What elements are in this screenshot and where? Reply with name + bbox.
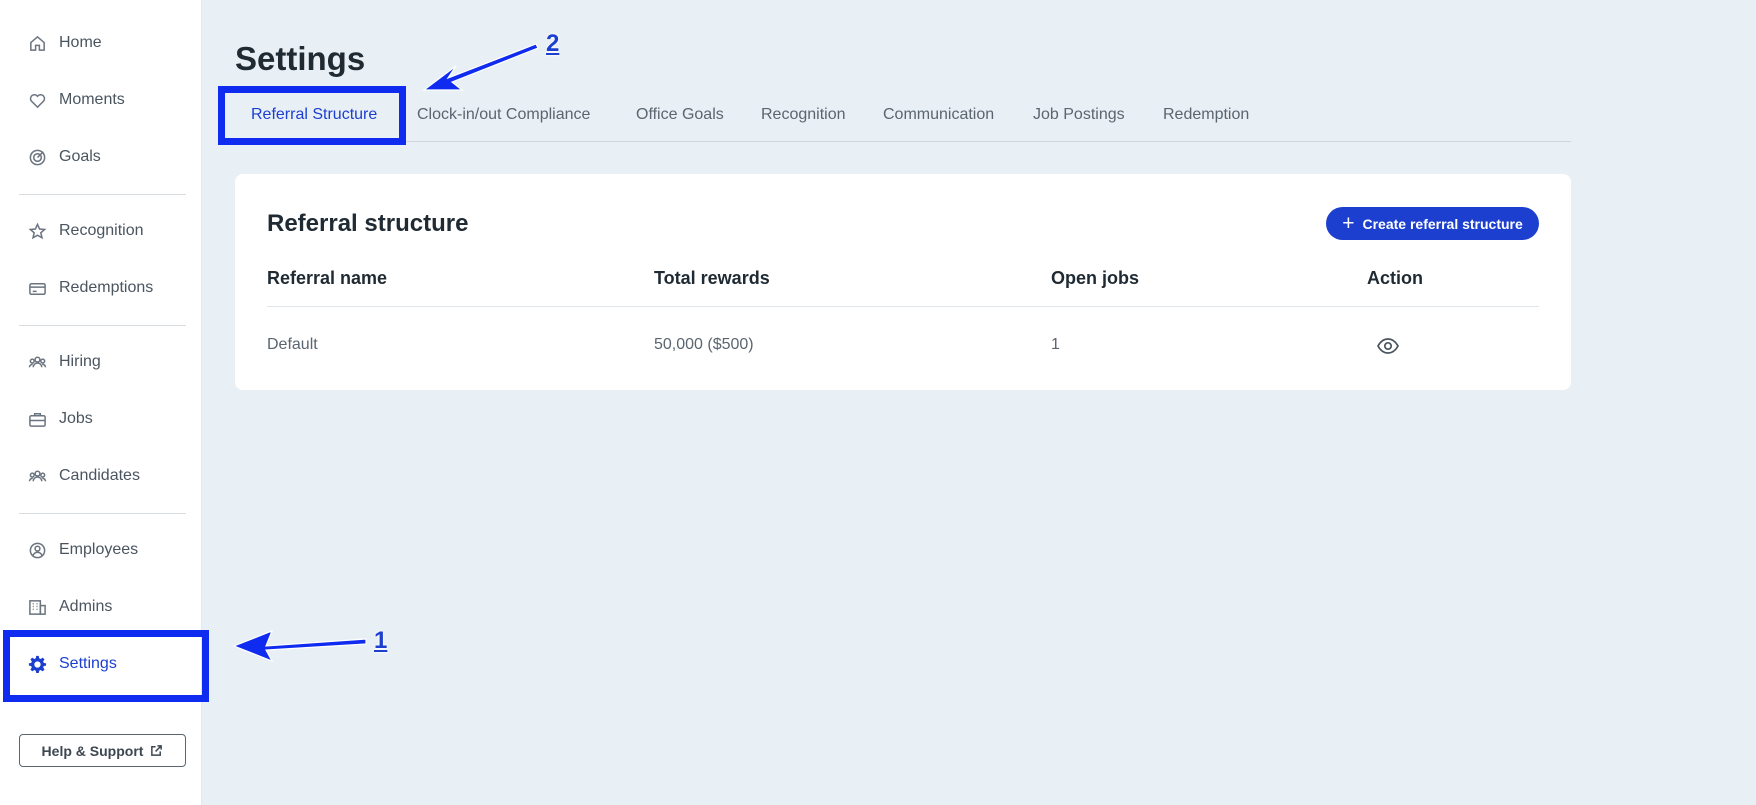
annotation-arrow-1 xyxy=(232,629,367,663)
annotation-number-1: 1 xyxy=(374,627,388,654)
annotation-arrows xyxy=(232,43,539,663)
annotation-arrow-2 xyxy=(422,43,539,91)
annotation-number-2: 2 xyxy=(546,30,560,57)
